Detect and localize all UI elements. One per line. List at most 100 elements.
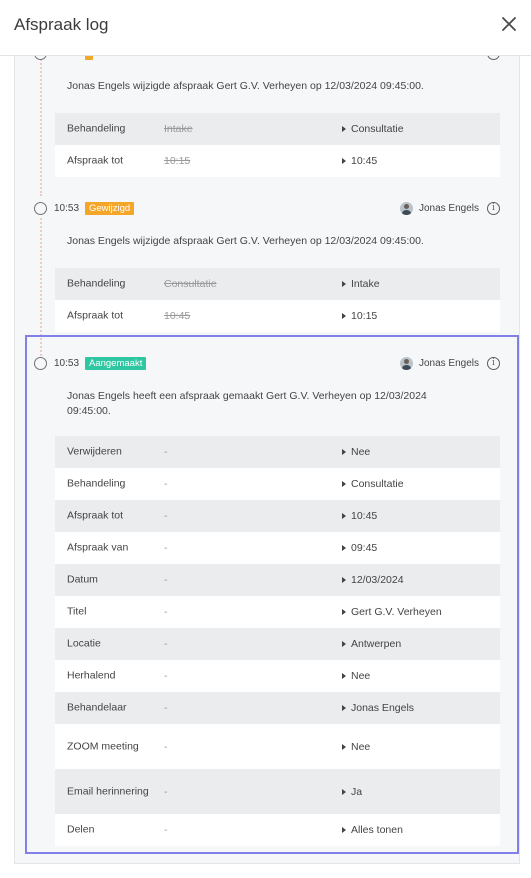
old-value: - — [164, 638, 168, 650]
arrow-right-icon — [342, 743, 346, 750]
table-row: Verwijderen - Nee — [55, 436, 500, 468]
new-value-text: Antwerpen — [351, 638, 402, 650]
new-value: 10:45 — [342, 155, 377, 167]
table-row: Delen - Alles tonen — [55, 814, 500, 846]
log-time: 10:53 — [54, 203, 80, 214]
field-name: Locatie — [67, 637, 101, 650]
table-row: Afspraak tot - 10:45 — [55, 500, 500, 532]
old-value: 10:15 — [164, 155, 191, 167]
log-user: Jonas Engels — [399, 202, 479, 215]
log-description: Jonas Engels wijzigde afspraak Gert G.V.… — [67, 80, 424, 92]
info-icon[interactable]: i — [487, 56, 500, 60]
old-value: - — [164, 542, 168, 554]
old-value: - — [164, 478, 168, 490]
table-row: Email herinnering - Ja — [55, 769, 500, 814]
table-row: Titel - Gert G.V. Verheyen — [55, 596, 500, 628]
new-value-text: 10:45 — [351, 510, 378, 522]
arrow-right-icon — [342, 705, 346, 711]
arrow-right-icon — [342, 158, 346, 164]
change-table: Behandeling Consultatie Intake Afspraak … — [55, 268, 500, 332]
new-value: Nee — [342, 670, 370, 682]
new-value: Jonas Engels — [342, 702, 414, 714]
info-icon[interactable]: i — [487, 202, 500, 215]
new-value-text: 09:45 — [351, 542, 378, 554]
field-name: Behandeling — [67, 122, 126, 135]
old-value: - — [164, 785, 168, 798]
new-value-text: 10:45 — [351, 155, 378, 167]
log-user: Jonas Engels — [399, 357, 479, 370]
field-name: Behandeling — [67, 477, 126, 490]
new-value-text: Consultatie — [351, 123, 404, 135]
new-value-text: Nee — [351, 446, 371, 458]
arrow-right-icon — [342, 513, 346, 519]
timeline-dot — [34, 202, 47, 215]
old-value: - — [164, 606, 168, 618]
new-value: Alles tonen — [342, 824, 403, 836]
arrow-right-icon — [342, 641, 346, 647]
old-value: Consultatie — [164, 278, 217, 290]
field-name: Titel — [67, 605, 87, 618]
table-row: Behandeling Intake Consultatie — [55, 113, 500, 145]
log-panel[interactable]: i Jonas Engels wijzigde afspraak Gert G.… — [14, 56, 520, 864]
close-icon[interactable] — [497, 12, 521, 36]
log-entry: 10:53 Aangemaakt Jonas Engels i Jonas En… — [15, 356, 519, 856]
change-table: Behandeling Intake Consultatie Afspraak … — [55, 113, 500, 177]
table-row: ZOOM meeting - Nee — [55, 724, 500, 769]
old-value: - — [164, 510, 168, 522]
new-value-text: Jonas Engels — [351, 702, 415, 714]
arrow-right-icon — [342, 481, 346, 487]
log-time: 10:53 — [54, 358, 80, 369]
field-name: Verwijderen — [67, 445, 122, 458]
old-value: - — [164, 824, 168, 836]
arrow-right-icon — [342, 609, 346, 615]
timeline-dot — [34, 56, 47, 60]
arrow-right-icon — [342, 577, 346, 583]
dialog-title: Afspraak log — [14, 15, 109, 34]
new-value-text: Nee — [351, 740, 371, 753]
field-name: Datum — [67, 573, 98, 586]
new-value: Consultatie — [342, 123, 404, 135]
old-value: - — [164, 702, 168, 714]
field-name: Email herinnering — [67, 785, 149, 797]
table-row: Afspraak van - 09:45 — [55, 532, 500, 564]
arrow-right-icon — [342, 126, 346, 132]
new-value-text: 12/03/2024 — [351, 574, 404, 586]
status-badge — [85, 56, 93, 60]
change-table: Verwijderen - Nee Behandeling - Consultatie Af… — [55, 436, 500, 846]
new-value-text: Gert G.V. Verheyen — [351, 606, 442, 618]
log-description: Jonas Engels wijzigde afspraak Gert G.V.… — [67, 235, 424, 247]
field-name: Afspraak van — [67, 541, 129, 554]
new-value-text: 10:15 — [351, 310, 378, 322]
status-badge: Gewijzigd — [85, 202, 135, 215]
table-row: Behandeling Consultatie Intake — [55, 268, 500, 300]
arrow-right-icon — [342, 545, 346, 551]
user-name: Jonas Engels — [418, 203, 479, 214]
arrow-right-icon — [342, 827, 346, 833]
new-value: Antwerpen — [342, 638, 401, 650]
table-row: Behandelaar - Jonas Engels — [55, 692, 500, 724]
info-icon[interactable]: i — [487, 357, 500, 370]
field-name: Afspraak tot — [67, 509, 124, 522]
status-badge: Aangemaakt — [85, 357, 147, 370]
new-value: 12/03/2024 — [342, 574, 404, 586]
arrow-right-icon — [342, 313, 346, 319]
new-value: 10:45 — [342, 510, 377, 522]
new-value-text: Ja — [351, 785, 363, 798]
avatar — [399, 357, 413, 370]
old-value: - — [164, 740, 168, 753]
table-row: Afspraak tot 10:45 10:15 — [55, 300, 500, 332]
new-value: Nee — [342, 741, 370, 753]
new-value: Intake — [342, 278, 380, 290]
field-name: ZOOM meeting — [67, 740, 139, 752]
table-row: Afspraak tot 10:15 10:45 — [55, 145, 500, 177]
user-name: Jonas Engels — [418, 358, 479, 369]
table-row: Datum - 12/03/2024 — [55, 564, 500, 596]
log-entry: 10:53 Gewijzigd Jonas Engels i Jonas Eng… — [15, 201, 519, 351]
old-value: - — [164, 670, 168, 682]
new-value-text: Alles tonen — [351, 824, 403, 836]
arrow-right-icon — [342, 788, 346, 795]
arrow-right-icon — [342, 449, 346, 455]
old-value: Intake — [164, 123, 193, 135]
avatar — [399, 202, 413, 215]
table-row: Herhalend - Nee — [55, 660, 500, 692]
